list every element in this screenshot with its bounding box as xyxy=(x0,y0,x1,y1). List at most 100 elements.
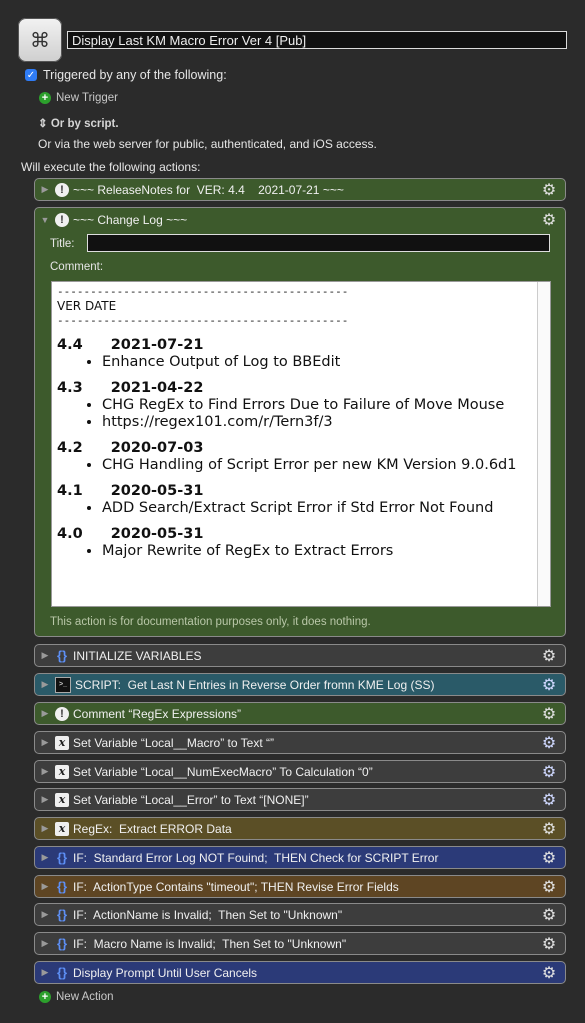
entry-date: 2021-07-21 xyxy=(110,337,204,353)
variable-icon: x xyxy=(55,764,69,779)
gear-icon[interactable]: ⚙ xyxy=(540,878,558,896)
action-if-actionname[interactable]: ▶ {} IF: ActionName is Invalid; Then Set… xyxy=(34,903,566,926)
new-action-label: New Action xyxy=(56,991,114,1003)
documentation-note: This action is for documentation purpose… xyxy=(50,616,371,628)
checkbox-icon[interactable]: ✓ xyxy=(25,69,37,81)
columns-header: VER DATE xyxy=(57,299,117,313)
gear-icon[interactable]: ⚙ xyxy=(540,964,558,982)
changelog-entry: 4.1 2020-05-31ADD Search/Extract Script E… xyxy=(57,482,550,517)
gear-icon[interactable]: ⚙ xyxy=(540,705,558,723)
gear-icon[interactable]: ⚙ xyxy=(540,906,558,924)
action-label: SCRIPT: Get Last N Entries in Reverse Or… xyxy=(75,677,435,692)
action-set-variable-numexec[interactable]: ▶ x Set Variable “Local__NumExecMacro” T… xyxy=(34,760,566,783)
trigger-checkbox-row[interactable]: ✓ Triggered by any of the following: xyxy=(25,68,227,82)
entry-date: 2020-05-31 xyxy=(110,483,204,499)
or-by-script-toggle[interactable]: ⇕ Or by script. xyxy=(38,116,119,130)
disclosure-triangle-icon[interactable]: ▶ xyxy=(37,967,53,978)
gear-icon[interactable]: ⚙ xyxy=(540,763,558,781)
changelog-entry: 4.3 2021-04-22CHG RegEx to Find Errors Du… xyxy=(57,379,550,431)
exclamation-icon: ! xyxy=(55,706,69,721)
new-action-button[interactable]: + New Action xyxy=(39,991,114,1003)
braces-icon: {} xyxy=(56,907,68,922)
action-label: Set Variable “Local__NumExecMacro” To Ca… xyxy=(73,764,373,779)
comment-text-area[interactable]: ----------------------------------------… xyxy=(51,281,551,607)
entry-items: Major Rewrite of RegEx to Extract Errors xyxy=(57,543,550,560)
disclosure-triangle-icon[interactable]: ▶ xyxy=(37,679,53,690)
gear-icon[interactable]: ⚙ xyxy=(540,181,558,199)
action-release-notes[interactable]: ▶ ! ~~~ ReleaseNotes for VER: 4.4 2021-0… xyxy=(34,178,566,201)
action-label: INITIALIZE VARIABLES xyxy=(73,648,202,663)
action-comment-regex[interactable]: ▶ ! Comment “RegEx Expressions” ⚙ xyxy=(34,702,566,725)
action-script[interactable]: ▶ >_ SCRIPT: Get Last N Entries in Rever… xyxy=(34,673,566,696)
or-by-script-label: Or by script. xyxy=(50,118,119,130)
disclosure-triangle-icon[interactable]: ▶ xyxy=(37,737,53,748)
entry-heading: 4.2 2020-07-03 xyxy=(57,439,550,457)
entry-version: 4.4 xyxy=(57,337,83,353)
action-set-variable-error[interactable]: ▶ x Set Variable “Local__Error” to Text … xyxy=(34,788,566,811)
entry-heading: 4.3 2021-04-22 xyxy=(57,379,550,397)
braces-icon: {} xyxy=(56,879,68,894)
changelog-entry: 4.4 2021-07-21Enhance Output of Log to BB… xyxy=(57,336,550,371)
disclosure-triangle-icon[interactable]: ▶ xyxy=(37,184,53,195)
entry-date: 2021-04-22 xyxy=(110,380,204,396)
disclosure-triangle-icon[interactable]: ▶ xyxy=(37,823,53,834)
disclosure-triangle-open-icon[interactable]: ▼ xyxy=(37,215,53,225)
change-log-header[interactable]: ▼ ! ~~~ Change Log ~~~ ⚙ xyxy=(35,208,565,231)
disclosure-triangle-icon[interactable]: ▶ xyxy=(37,938,53,949)
variable-icon: x xyxy=(55,792,69,807)
action-if-timeout[interactable]: ▶ {} IF: ActionType Contains "timeout"; … xyxy=(34,875,566,898)
disclosure-triangle-icon[interactable]: ▶ xyxy=(37,909,53,920)
disclosure-triangle-icon[interactable]: ▶ xyxy=(37,794,53,805)
gear-icon[interactable]: ⚙ xyxy=(540,211,558,229)
action-label: Set Variable “Local__Error” to Text “[NO… xyxy=(73,792,309,807)
gear-icon[interactable]: ⚙ xyxy=(540,849,558,867)
macro-name-field[interactable]: Display Last KM Macro Error Ver 4 [Pub] xyxy=(67,31,567,49)
gear-icon[interactable]: ⚙ xyxy=(540,935,558,953)
entry-item: Enhance Output of Log to BBEdit xyxy=(102,354,550,371)
plus-icon: + xyxy=(39,92,51,104)
entry-heading: 4.4 2021-07-21 xyxy=(57,336,550,354)
disclosure-triangle-icon[interactable]: ▶ xyxy=(37,766,53,777)
entry-item: https://regex101.com/r/Tern3f/3 xyxy=(102,414,550,431)
terminal-icon: >_ xyxy=(55,676,71,693)
exclamation-icon: ! xyxy=(55,212,69,227)
braces-icon: {} xyxy=(56,648,68,663)
changelog-entry: 4.2 2020-07-03CHG Handling of Script Erro… xyxy=(57,439,550,474)
action-display-prompt[interactable]: ▶ {} Display Prompt Until User Cancels ⚙ xyxy=(34,961,566,984)
new-trigger-button[interactable]: + New Trigger xyxy=(39,92,118,104)
entry-item: Major Rewrite of RegEx to Extract Errors xyxy=(102,543,550,560)
braces-icon: {} xyxy=(56,936,68,951)
disclosure-triangle-icon[interactable]: ▶ xyxy=(37,650,53,661)
action-change-log-expanded[interactable]: ▼ ! ~~~ Change Log ~~~ ⚙ Title: Comment:… xyxy=(34,207,566,637)
entry-items: CHG Handling of Script Error per new KM … xyxy=(57,457,550,474)
trigger-label: Triggered by any of the following: xyxy=(43,68,227,82)
action-regex-extract[interactable]: ▶ x RegEx: Extract ERROR Data ⚙ xyxy=(34,817,566,840)
title-label: Title: xyxy=(50,238,75,250)
variable-icon: x xyxy=(55,821,69,836)
disclosure-triangle-icon[interactable]: ▶ xyxy=(37,852,53,863)
comment-label: Comment: xyxy=(50,261,104,273)
gear-icon[interactable]: ⚙ xyxy=(540,734,558,752)
action-label: ~~~ ReleaseNotes for VER: 4.4 2021-07-21… xyxy=(73,182,344,197)
variable-icon: x xyxy=(55,735,69,750)
gear-icon[interactable]: ⚙ xyxy=(540,676,558,694)
entry-date: 2020-05-31 xyxy=(110,526,204,542)
will-execute-heading: Will execute the following actions: xyxy=(21,160,201,174)
title-field[interactable] xyxy=(87,234,550,252)
action-if-standard-error[interactable]: ▶ {} IF: Standard Error Log NOT Fouind; … xyxy=(34,846,566,869)
action-initialize-variables[interactable]: ▶ {} INITIALIZE VARIABLES ⚙ xyxy=(34,644,566,667)
disclosure-triangle-icon[interactable]: ▶ xyxy=(37,881,53,892)
gear-icon[interactable]: ⚙ xyxy=(540,820,558,838)
disclosure-triangle-icon[interactable]: ▶ xyxy=(37,708,53,719)
action-label: IF: Standard Error Log NOT Fouind; THEN … xyxy=(73,850,439,865)
entry-items: ADD Search/Extract Script Error if Std E… xyxy=(57,500,550,517)
dash-line-top: ----------------------------------------… xyxy=(57,285,349,298)
action-set-variable-macro[interactable]: ▶ x Set Variable “Local__Macro” to Text … xyxy=(34,731,566,754)
entry-heading: 4.1 2020-05-31 xyxy=(57,482,550,500)
macro-icon[interactable]: ⌘ xyxy=(18,18,62,62)
changelog-entry: 4.0 2020-05-31Major Rewrite of RegEx to E… xyxy=(57,525,550,560)
gear-icon[interactable]: ⚙ xyxy=(540,791,558,809)
action-if-macroname[interactable]: ▶ {} IF: Macro Name is Invalid; Then Set… xyxy=(34,932,566,955)
scrollbar[interactable] xyxy=(537,282,550,606)
gear-icon[interactable]: ⚙ xyxy=(540,647,558,665)
